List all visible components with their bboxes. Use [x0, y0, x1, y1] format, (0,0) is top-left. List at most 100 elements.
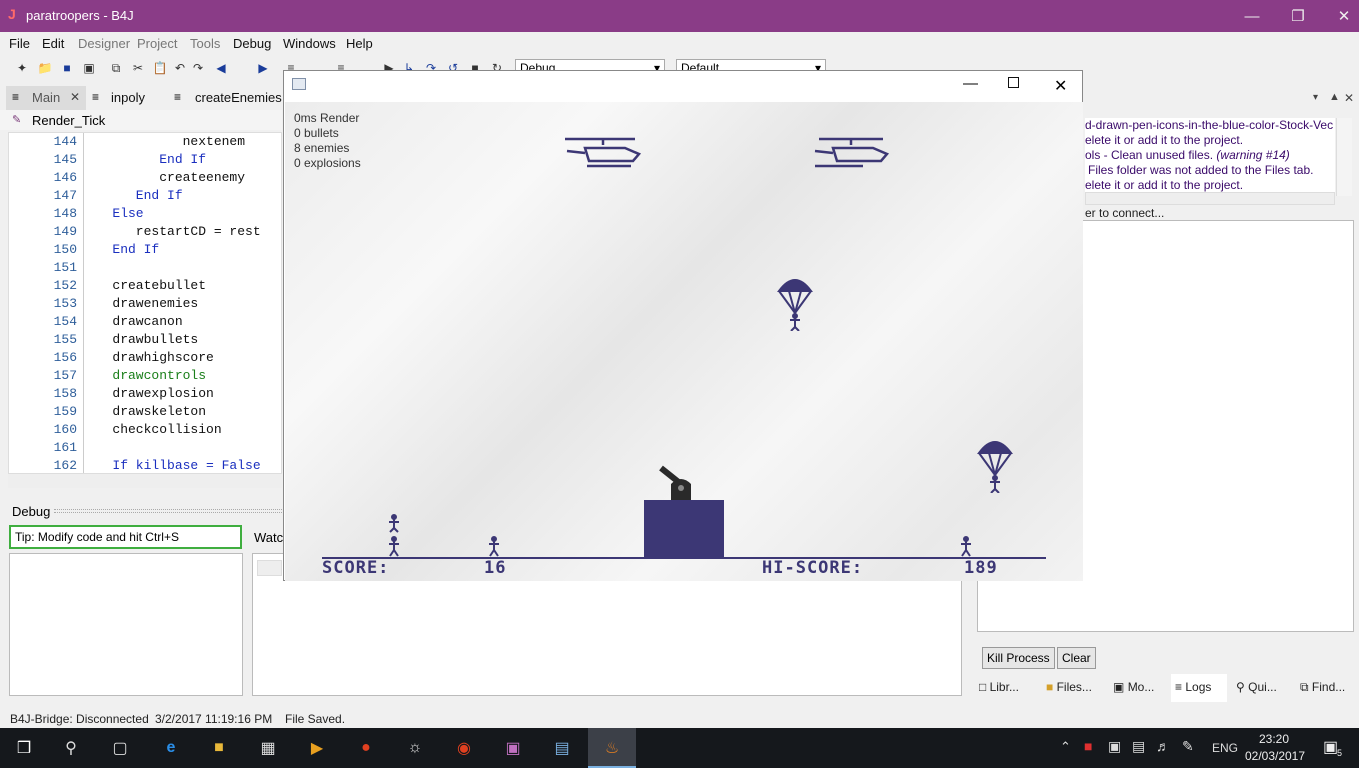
horizontal-scrollbar[interactable]	[8, 474, 282, 488]
menu-windows[interactable]: Windows	[283, 36, 336, 51]
logs-horizontal-scrollbar[interactable]	[1085, 192, 1335, 205]
network-icon[interactable]: ▤	[1132, 738, 1145, 755]
clock-date[interactable]: 02/03/2017	[1243, 749, 1307, 763]
line-number: 160	[53, 422, 77, 437]
line-number: 146	[53, 170, 77, 185]
search-icon[interactable]: ⚲	[56, 733, 86, 763]
chevron-up-icon[interactable]: ⌃	[1060, 739, 1071, 755]
minimize-button[interactable]: —	[963, 75, 978, 92]
game-canvas[interactable]: 0ms Render 0 bullets 8 enemies 0 explosi…	[285, 102, 1083, 581]
render-time-stat: 0ms Render	[294, 111, 360, 125]
chrome-icon[interactable]: ◉	[449, 733, 479, 763]
copy-icon[interactable]: ⧉	[107, 59, 125, 77]
save-icon[interactable]: ■	[58, 59, 76, 77]
menu-designer[interactable]: Designer	[78, 36, 130, 51]
redo-icon[interactable]: ↷	[189, 59, 207, 77]
menu-file[interactable]: File	[9, 36, 30, 51]
export-icon[interactable]: ▣	[80, 59, 98, 77]
tab-libraries[interactable]: □ Libr...	[979, 680, 1019, 694]
sub-selector[interactable]: ✎ Render_Tick	[0, 110, 282, 130]
close-button[interactable]: ✕	[1054, 76, 1067, 96]
b4j-icon[interactable]: ▣	[498, 733, 528, 763]
file-explorer-icon[interactable]: ■	[204, 733, 234, 763]
gutter-divider	[83, 133, 84, 473]
kill-process-button[interactable]: Kill Process	[982, 647, 1055, 669]
open-icon[interactable]: 📁	[36, 59, 54, 77]
log-line: ols - Clean unused files. (warning #14)	[1085, 148, 1335, 163]
tab-modules-label: Mo...	[1127, 680, 1155, 694]
clear-button[interactable]: Clear	[1057, 647, 1096, 669]
code-line: drawenemies	[89, 296, 199, 311]
menu-debug[interactable]: Debug	[233, 36, 271, 51]
logs-warnings[interactable]: d-drawn-pen-icons-in-the-blue-color-Stoc…	[1085, 118, 1335, 196]
close-button[interactable]: ✕	[1321, 0, 1359, 32]
app-icon[interactable]: ☼	[400, 733, 430, 763]
forward-icon[interactable]: ▶	[254, 59, 272, 77]
code-editor[interactable]: 144 nextenem 145 End If 146 createenemy 147…	[8, 132, 282, 474]
java-app-active[interactable]: ♨	[588, 728, 636, 768]
pen-icon[interactable]: ✎	[1182, 738, 1194, 755]
close-tab-icon[interactable]: ✕	[70, 90, 80, 104]
menu-help[interactable]: Help	[346, 36, 373, 51]
line-number: 154	[53, 314, 77, 329]
debug-list[interactable]	[9, 553, 243, 696]
close-panel-icon[interactable]: ✕	[1344, 91, 1354, 105]
warning-code: (warning #14)	[1216, 148, 1290, 162]
clock-time[interactable]: 23:20	[1250, 732, 1298, 746]
logs-vertical-scrollbar[interactable]	[1336, 118, 1352, 196]
windows-start-icon[interactable]: ❒	[9, 733, 39, 763]
minimize-button[interactable]: —	[1229, 0, 1275, 32]
taskbar: ❒ ⚲ ▢ e ■ ▦ ▶ ● ☼ ◉ ▣ ▤ ♨ ⌃ ■ ▣ ▤ ♬ ✎ EN…	[0, 728, 1359, 768]
code-file-icon: ≡	[92, 90, 100, 104]
volume-icon[interactable]: ♬	[1156, 738, 1170, 754]
watch-label: Watc	[254, 530, 284, 545]
task-view-icon[interactable]: ▢	[105, 733, 135, 763]
log-line: Files folder was not added to the Files …	[1088, 163, 1314, 177]
menu-edit[interactable]: Edit	[42, 36, 64, 51]
paste-icon[interactable]: 📋	[151, 59, 169, 77]
media-player-icon[interactable]: ▶	[302, 733, 332, 763]
panel-grip[interactable]	[54, 509, 282, 513]
tab-files[interactable]: ■ Files...	[1046, 680, 1092, 694]
app-icon[interactable]: ●	[351, 733, 381, 763]
editor-tabs: ≡ Main ✕ ≡ inpoly ≡ createEnemies	[0, 86, 282, 110]
tray-icon[interactable]: ■	[1084, 738, 1092, 754]
line-number: 158	[53, 386, 77, 401]
tab-modules[interactable]: ▣ Mo...	[1113, 680, 1154, 694]
tab-quick-search-label: Qui...	[1248, 680, 1277, 694]
tip-box: Tip: Modify code and hit Ctrl+S	[9, 525, 242, 549]
code-line: If killbase = False	[89, 458, 261, 473]
menu-tools[interactable]: Tools	[190, 36, 220, 51]
tab-logs[interactable]: ≡ Logs	[1171, 674, 1227, 702]
tab-createenemies[interactable]: ≡ createEnemies	[172, 86, 282, 110]
tab-find[interactable]: ⧉ Find...	[1300, 680, 1345, 695]
chevron-down-icon[interactable]: ▾	[1313, 92, 1318, 103]
cut-icon[interactable]: ✂	[129, 59, 147, 77]
soldier-sprite	[961, 536, 971, 557]
tab-files-label: Files...	[1056, 680, 1092, 694]
code-line: drawcontrols	[89, 368, 207, 383]
code-line: drawhighscore	[89, 350, 214, 365]
notifications-icon[interactable]: ▣	[1323, 737, 1338, 757]
photos-icon[interactable]: ▤	[547, 733, 577, 763]
pin-icon[interactable]: ▲	[1329, 91, 1340, 103]
tray-icon[interactable]: ▣	[1108, 738, 1121, 755]
new-icon[interactable]: ✦	[13, 59, 31, 77]
tab-inpoly[interactable]: ≡ inpoly	[90, 86, 170, 110]
tab-main[interactable]: ≡ Main ✕	[6, 86, 86, 110]
sub-name: Render_Tick	[32, 113, 106, 128]
menu-project[interactable]: Project	[137, 36, 177, 51]
back-icon[interactable]: ◀	[212, 59, 230, 77]
language-indicator[interactable]: ENG	[1212, 741, 1238, 755]
code-line: End If	[89, 152, 207, 167]
modules-icon: ▣	[1113, 680, 1125, 694]
tab-quick-search[interactable]: ⚲ Qui...	[1236, 680, 1277, 694]
restore-button[interactable]: ❐	[1275, 0, 1321, 32]
store-icon[interactable]: ▦	[253, 733, 283, 763]
code-line: nextenem	[89, 134, 246, 149]
score-value: 16	[484, 558, 507, 578]
maximize-button[interactable]	[1008, 77, 1019, 88]
edge-icon[interactable]: e	[156, 733, 186, 763]
undo-icon[interactable]: ↶	[171, 59, 189, 77]
code-line: restartCD = rest	[89, 224, 261, 239]
